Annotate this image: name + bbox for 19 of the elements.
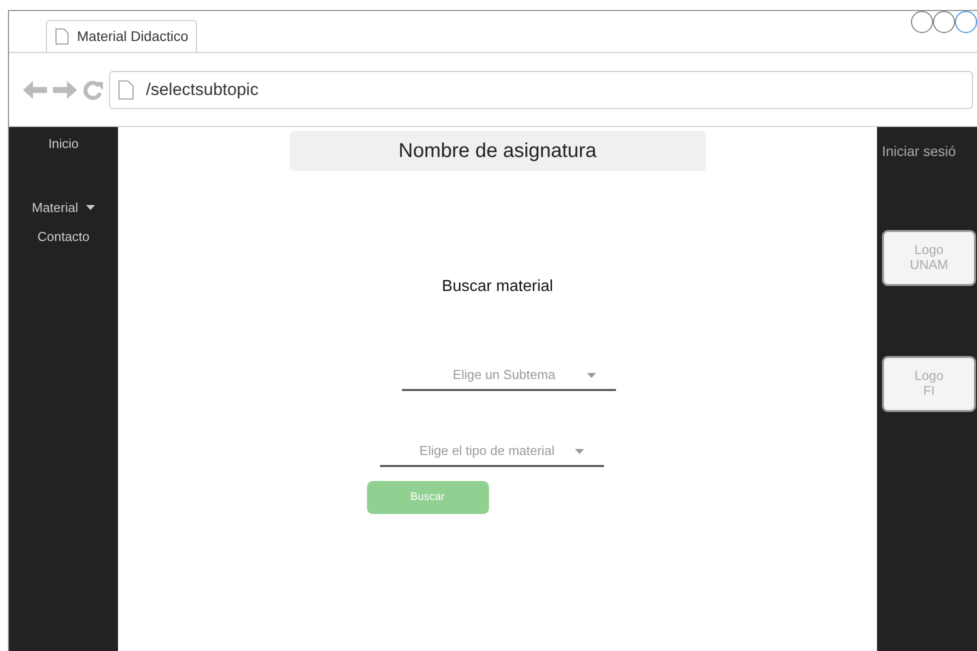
nav-link[interactable]: Contacto xyxy=(37,227,90,246)
back-icon[interactable] xyxy=(23,80,47,100)
subject-title: Nombre de asignatura xyxy=(290,131,706,171)
window-controls-icon xyxy=(911,11,977,33)
nav-link[interactable]: Inicio xyxy=(48,134,79,154)
nav-link[interactable]: Material xyxy=(32,198,96,217)
reload-icon[interactable] xyxy=(83,80,103,100)
login-link[interactable]: Iniciar sesió xyxy=(882,141,956,162)
page-icon xyxy=(55,28,69,45)
page-icon xyxy=(118,80,134,100)
caret-icon xyxy=(586,372,596,378)
caret-icon xyxy=(86,204,96,210)
logo-label: Logo FI xyxy=(914,369,944,399)
address-field[interactable]: /selectsubtopic xyxy=(109,70,973,108)
logo-label: Logo UNAM xyxy=(910,243,948,273)
search-heading: Buscar material xyxy=(442,277,554,297)
caret-icon xyxy=(574,448,584,454)
forward-icon[interactable] xyxy=(53,80,77,100)
browser-tab[interactable]: Material Didactico xyxy=(46,20,198,52)
